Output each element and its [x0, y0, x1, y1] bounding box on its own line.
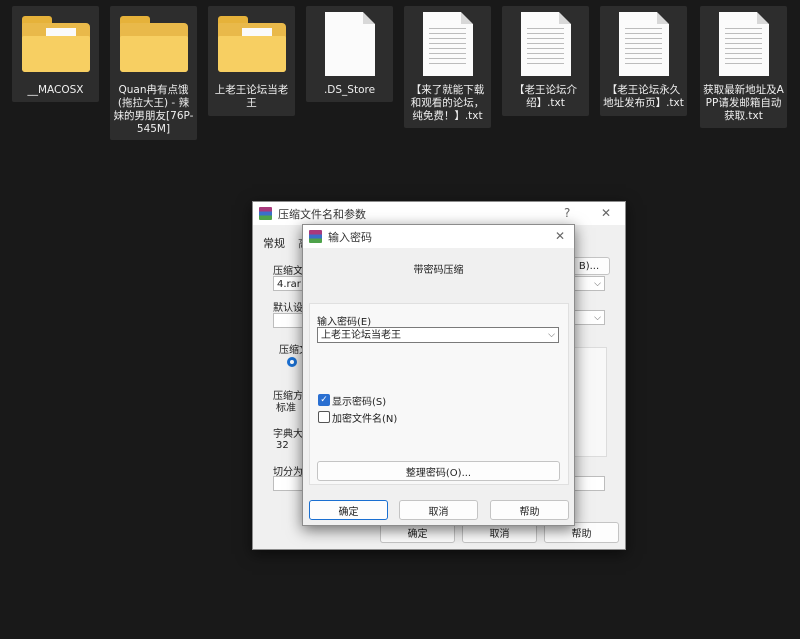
text-file-icon — [718, 12, 769, 76]
password-label: 输入密码(E) — [317, 317, 372, 328]
file-name: 【来了就能下载和观看的论坛，纯免费！】.txt — [410, 84, 485, 122]
chevron-down-icon: ⌵ — [594, 279, 601, 289]
file-item-txt-3[interactable]: 【老王论坛永久地址发布页】.txt — [600, 6, 687, 116]
profile-select[interactable] — [273, 313, 303, 328]
password-dialog: 输入密码 ✕ 带密码压缩 输入密码(E) 上老王论坛当老王 ⌵ ✓ 显示密码(S… — [302, 224, 575, 526]
folder-icon — [217, 16, 286, 72]
password-input[interactable]: 上老王论坛当老王 ⌵ — [317, 327, 559, 343]
file-item-txt-4[interactable]: 获取最新地址及APP请发邮箱自动获取.txt — [700, 6, 787, 128]
password-ok-button[interactable]: 确定 — [309, 500, 388, 520]
show-password-checkbox[interactable]: ✓ — [318, 394, 330, 406]
password-help-button[interactable]: 帮助 — [490, 500, 569, 520]
encrypt-filenames-label: 加密文件名(N) — [332, 414, 398, 425]
file-item-laowang-folder[interactable]: 上老王论坛当老王 — [208, 6, 295, 116]
password-value: 上老王论坛当老王 — [321, 330, 401, 341]
chevron-down-icon: ⌵ — [594, 313, 601, 323]
compression-method-select[interactable]: 标准 — [273, 401, 303, 416]
file-name: 获取最新地址及APP请发邮箱自动获取.txt — [703, 84, 784, 122]
encrypt-filenames-checkbox[interactable] — [318, 411, 330, 423]
dictionary-size-select[interactable]: 32 — [273, 438, 303, 453]
text-file-icon — [618, 12, 669, 76]
winrar-icon — [259, 207, 272, 220]
file-name: Quan冉有点饿(拖拉大王) - 辣妹的男朋友[76P-545M] — [113, 84, 194, 135]
password-dialog-title: 输入密码 — [328, 230, 372, 244]
file-name: 上老王论坛当老王 — [214, 84, 289, 109]
compression-method-label: 压缩方 — [273, 391, 303, 402]
text-file-icon — [520, 12, 571, 76]
file-name: 【老王论坛介绍】.txt — [514, 84, 577, 109]
file-name: 【老王论坛永久地址发布页】.txt — [603, 84, 684, 109]
split-volumes-input[interactable] — [273, 476, 303, 491]
tab-general[interactable]: 常规 — [263, 235, 285, 251]
file-item-txt-1[interactable]: 【来了就能下载和观看的论坛，纯免费！】.txt — [404, 6, 491, 128]
file-name: __MACOSX — [27, 84, 84, 96]
file-item-ds-store[interactable]: .DS_Store — [306, 6, 393, 102]
password-cancel-button[interactable]: 取消 — [399, 500, 478, 520]
winrar-icon — [309, 230, 322, 243]
folder-icon — [21, 16, 90, 72]
blank-file-icon — [324, 12, 375, 76]
folder-icon — [119, 16, 188, 72]
close-icon[interactable]: ✕ — [555, 229, 565, 243]
chevron-down-icon: ⌵ — [548, 330, 555, 340]
password-dialog-titlebar: 输入密码 — [303, 225, 574, 248]
archive-options-group — [571, 347, 607, 457]
close-icon[interactable]: ✕ — [601, 206, 611, 220]
file-item-quan-folder[interactable]: Quan冉有点饿(拖拉大王) - 辣妹的男朋友[76P-545M] — [110, 6, 197, 140]
organize-passwords-button[interactable]: 整理密码(O)... — [317, 461, 560, 481]
help-icon[interactable]: ? — [564, 206, 570, 220]
show-password-label: 显示密码(S) — [332, 397, 387, 408]
file-item-txt-2[interactable]: 【老王论坛介绍】.txt — [502, 6, 589, 116]
rar-format-radio[interactable] — [287, 357, 297, 367]
file-item-macosx[interactable]: __MACOSX — [12, 6, 99, 102]
password-dialog-subtitle: 带密码压缩 — [413, 265, 464, 276]
archive-dialog-title: 压缩文件名和参数 — [278, 207, 366, 221]
file-name: .DS_Store — [323, 84, 376, 96]
text-file-icon — [422, 12, 473, 76]
